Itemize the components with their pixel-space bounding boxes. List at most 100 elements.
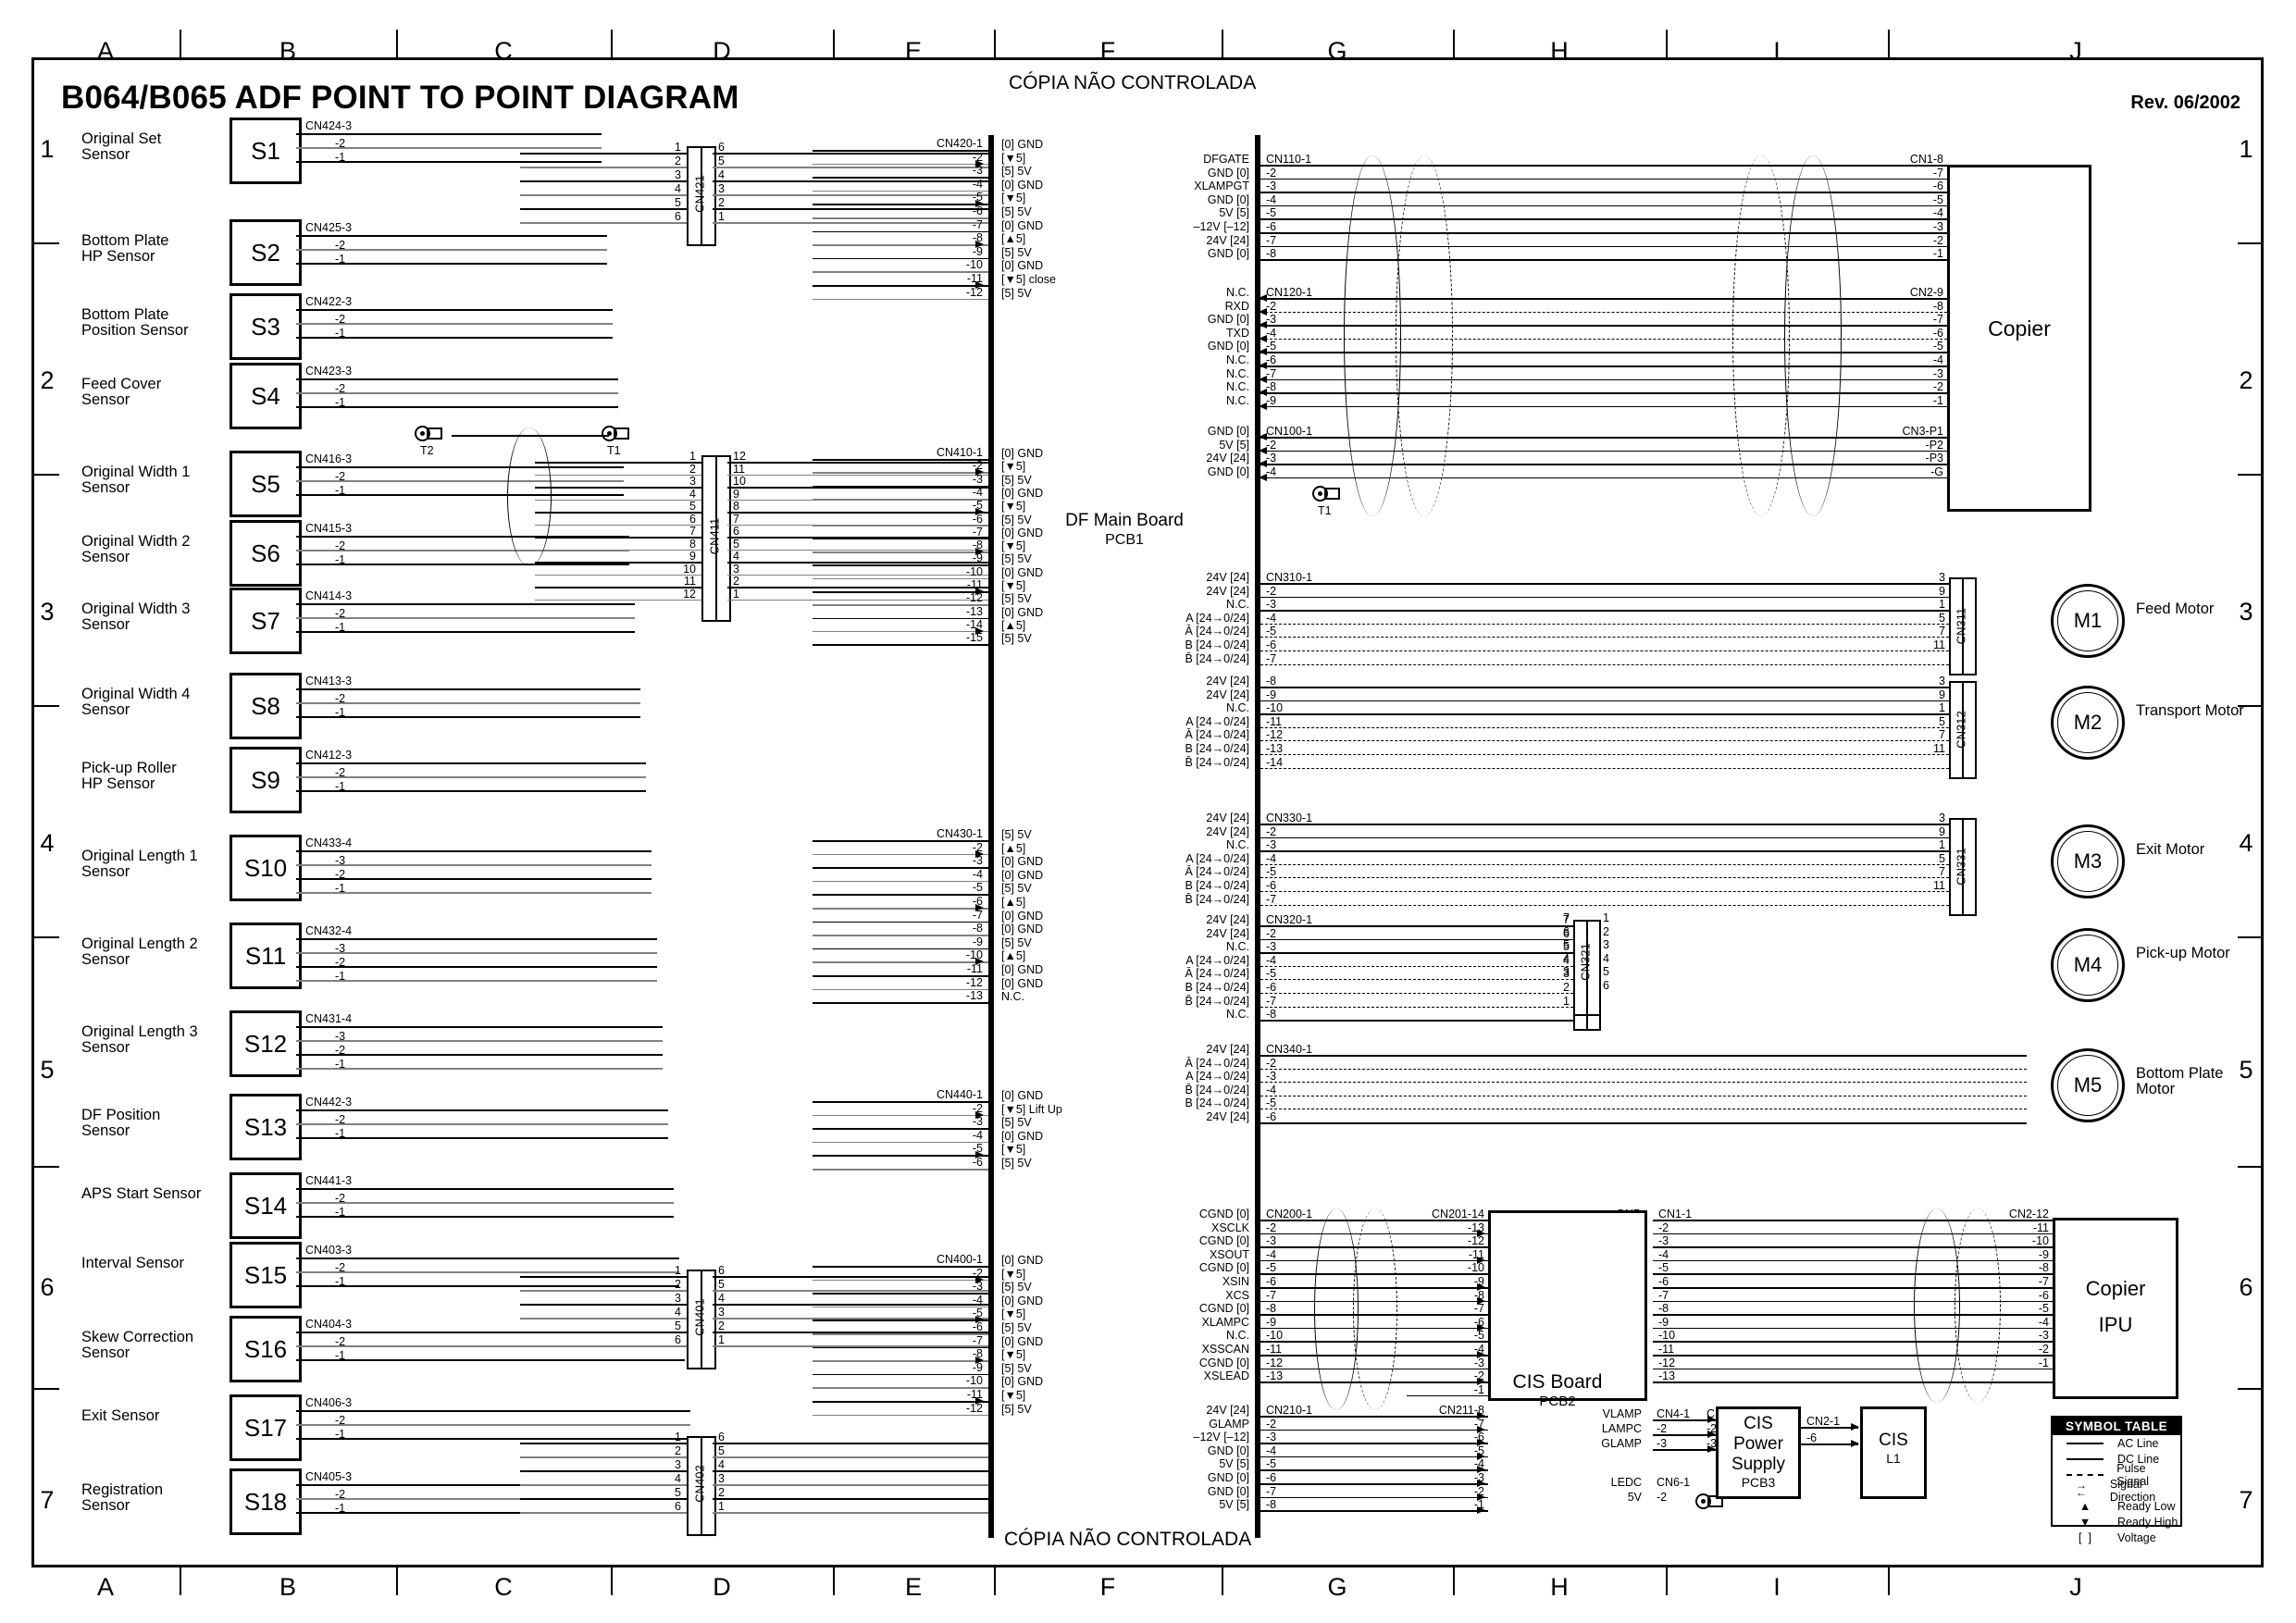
cn321-leftpin-4: 3 [1563,965,1570,979]
cis-power-pcb: PCB3 [1741,1474,1776,1490]
column-divider-top-2 [396,30,398,57]
connector-leftpin-cn421-1: 2 [675,155,681,167]
copier-label: Copier [1988,316,2051,341]
sensor-wire-s13-2 [296,1137,668,1139]
motor-pin-3-1: -2 [1266,926,1277,940]
motor-signal-2-2: N.C. [1226,838,1249,852]
sensor-wire-s11-2 [296,966,657,968]
cable-bundle-eye-4 [1732,155,1790,516]
sensor-label-s12: Original Length 3 Sensor [81,1023,198,1056]
cis-pin-cn210-1-1: -2 [1266,1417,1277,1431]
column-label-bottom-I: I [1773,1573,1781,1601]
mb-signal-cn420-1-2: [5] 5V [1001,165,1032,179]
motor-farpin-0-3: 5 [1939,611,1945,625]
sensor-wire-s9-0 [296,762,646,764]
motor-farpin-1-5: 11 [1933,742,1945,755]
copier-pin-cn110-1-1: -2 [1266,166,1277,180]
mb-signal-cn430-1-4: [5] 5V [1001,882,1032,896]
column-divider-bottom-7 [1453,1567,1455,1595]
symbol-key-arrows: → ← [2056,1480,2106,1499]
mb-pin-cn430-1-8: -9 [972,935,983,948]
motor-pin-1-2: -10 [1266,701,1284,715]
connector-leftpin-cn411-7: 8 [689,537,696,551]
motor-farpin-1-2: 1 [1939,701,1945,715]
copier-rightpin-cn110-1-1: -7 [1932,166,1943,180]
connector-rightpin-cn411-7: 5 [733,537,739,551]
row-tick-right-3 [2238,936,2264,938]
sensor-box-s8: S8 [230,673,302,739]
motor-signal-0-5: B [24→0/24] [1185,638,1250,651]
motor-pin-1-4: -12 [1266,728,1284,742]
copier-rightpin-cn110-1-0: CN1-8 [1909,153,1943,166]
mb-signal-cn430-1-9: [▲5] [1001,949,1026,963]
mb-pin-cn410-1-1: -2 [972,459,983,473]
motor-wire-2-0 [1260,824,1949,825]
motor-wire-3-0 [1260,925,1573,927]
connector-leftpin-cn411-3: 4 [689,487,696,501]
mb-signal-cn410-1-14: [5] 5V [1001,632,1032,646]
sensor-box-s15: S15 [230,1242,302,1308]
mb-pin-cn400-1-2: -3 [972,1280,983,1294]
sensor-conn-s5: CN416-3 [305,452,353,465]
cis-signal-cn200-1-12: XSLEAD [1203,1369,1249,1383]
mb-pin-cn400-1-11: -12 [965,1401,983,1415]
motor-wire-1-6 [1260,767,1949,769]
cis-rightpin-cn200-1-7: -7 [1473,1302,1484,1316]
sensor-wire-s13-0 [296,1109,668,1111]
watermark-bottom: CÓPIA NÃO CONTROLADA [1004,1529,1252,1550]
mb-pin-cn410-1-14: -15 [965,631,983,645]
symbol-label-6: Voltage [2117,1530,2156,1544]
motor-wire-3-3 [1260,965,1573,967]
cis-pin-cn200-1-9: -10 [1266,1329,1284,1343]
sensor-wire-s11-1 [296,952,657,954]
row-tick-right-5 [2238,1388,2264,1390]
row-label-right-7: 7 [2239,1486,2253,1514]
sensor-box-s13: S13 [230,1094,302,1160]
df-main-board-pcb: PCB1 [1105,532,1144,548]
motor-wire-0-6 [1260,663,1949,665]
sensor-label-s15: Interval Sensor [81,1255,184,1271]
cn4-signal-2: GLAMP [1601,1437,1642,1450]
cisb-cable-eye-2 [1955,1208,2001,1403]
point-to-point-diagram: AABBCCDDEEFFGGHHIIJJ11223344556677 B064/… [0,0,2296,1623]
copier-pin-cn110-1-7: -8 [1266,247,1277,261]
mb-wire-cn430-1-12 [813,1002,988,1004]
connector-leftpin-cn411-5: 6 [689,512,696,526]
sensor-box-s17: S17 [230,1394,302,1461]
connector-rightpin-cn411-5: 7 [733,512,739,526]
cn321-rightpin-2: 3 [1603,938,1609,952]
copier-rightpin-cn120-1-1: -8 [1932,299,1943,313]
ground-tab-t2 [415,426,452,444]
symbol-row-4: ▲ Ready Low [2053,1498,2180,1514]
mb-pin-cn420-1-6: -7 [972,217,983,231]
motor-signal-1-1: 24V [24] [1206,688,1249,701]
cis-power-outarrow-1 [1851,1440,1859,1447]
sensor-wire-s7-0 [296,603,635,605]
sensor-conn-s8: CN413-3 [305,675,353,688]
connector-rightpin-cn402-0: 6 [718,1431,725,1443]
column-label-top-J: J [2069,37,2082,65]
ground-dot [1318,491,1322,496]
mb-signal-cn400-1-9: [0] GND [1001,1375,1044,1389]
sensor-label-s8: Original Width 4 Sensor [81,686,191,718]
cis-power-line3: Supply [1731,1454,1786,1474]
motor-label-m3: Exit Motor [2136,841,2205,858]
cis-signal-cn200-1-5: XSIN [1222,1275,1249,1288]
motor-pin-4-3: -4 [1266,1083,1277,1096]
copier-signal-cn110-1-4: 5V [5] [1219,206,1249,220]
mb-pin-cn430-1-4: -5 [972,881,983,895]
cis-pin-cn210-1-5: -6 [1266,1471,1277,1484]
mb-signal-cn440-1-4: [▼5] [1001,1143,1026,1157]
ground-wire-eye [507,427,552,566]
mb-signal-cn440-1-2: [5] 5V [1001,1116,1032,1130]
motor-m4: M4 [2051,928,2125,1002]
row-label-right-2: 2 [2239,366,2253,394]
sensor-conn-s2: CN425-3 [305,221,353,234]
connector-rightpin-cn411-2: 10 [733,475,746,488]
connector-leftwire-cn401-5 [520,1345,687,1347]
copier-pin-cn110-1-4: -5 [1266,206,1277,220]
copier-rightpin-cn110-1-6: -2 [1932,233,1943,247]
column-label-top-A: A [96,37,114,65]
connector-leftpin-cn401-3: 4 [675,1306,681,1319]
motor-id: M4 [2073,953,2103,976]
